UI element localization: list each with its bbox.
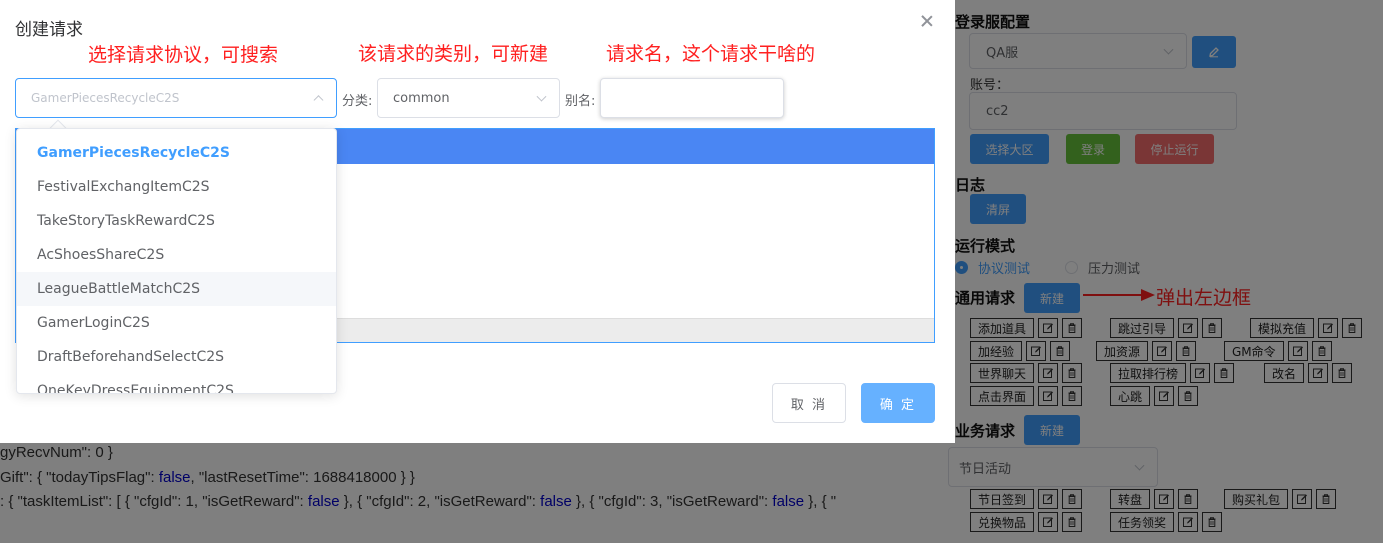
protocol-option[interactable]: AcShoesShareC2S [17,238,336,272]
category-select[interactable]: common [377,78,560,118]
protocol-option[interactable]: GamerPiecesRecycleC2S [17,136,336,170]
protocol-option[interactable]: LeagueBattleMatchC2S [17,272,336,306]
protocol-option[interactable]: DraftBeforehandSelectC2S [17,340,336,374]
protocol-option[interactable]: FestivalExchangItemC2S [17,170,336,204]
protocol-option[interactable]: GamerLoginC2S [17,306,336,340]
chevron-up-icon [313,95,324,106]
category-annotation: 该请求的类别，可新建 [358,43,549,65]
protocol-select-placeholder: GamerPiecesRecycleC2S [31,91,180,105]
protocol-option[interactable]: TakeStoryTaskRewardC2S [17,204,336,238]
category-label: 分类: [342,94,373,109]
alias-annotation: 请求名，这个请求干啥的 [606,43,816,65]
chevron-down-icon [536,91,547,102]
protocol-dropdown-list: GamerPiecesRecycleC2S FestivalExchangItem… [16,128,337,394]
alias-label: 别名: [565,94,596,109]
dialog-title: 创建请求 [15,20,83,40]
category-select-value: common [393,90,450,106]
create-request-dialog: 创建请求 选择请求协议，可搜索 该请求的类别，可新建 请求名，这个请求干啥的 G… [0,0,955,443]
alias-input[interactable] [600,78,784,118]
protocol-select[interactable]: GamerPiecesRecycleC2S [15,78,337,118]
protocol-annotation: 选择请求协议，可搜索 [88,44,279,66]
confirm-button[interactable]: 确 定 [861,383,935,423]
cancel-button[interactable]: 取 消 [772,383,846,423]
protocol-option[interactable]: OneKeyDressEquipmentC2S [17,374,336,393]
close-icon[interactable] [919,14,935,30]
